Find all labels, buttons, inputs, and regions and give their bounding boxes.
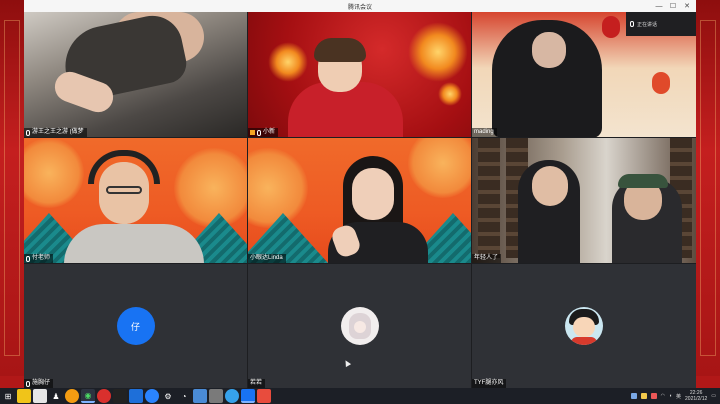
- window-title: 腾讯会议: [347, 4, 372, 11]
- participant-tile-3[interactable]: 正在讲话 mading: [472, 12, 696, 137]
- participant-tile-8[interactable]: 若若: [248, 264, 471, 388]
- close-icon[interactable]: ✕: [680, 0, 694, 12]
- lantern-decoration: [602, 16, 620, 38]
- wifi-icon[interactable]: ◠: [661, 393, 665, 399]
- participant-tile-9[interactable]: TYF腿亦风: [472, 264, 696, 388]
- firework-decoration: [408, 22, 468, 82]
- avatar: 仔: [116, 307, 155, 345]
- name-tag: TYF腿亦风: [472, 379, 507, 388]
- speaking-indicator: 正在讲话: [626, 12, 696, 36]
- avatar-initial: 仔: [130, 321, 140, 332]
- lantern-decoration: [652, 72, 670, 94]
- minimize-icon[interactable]: —: [652, 0, 666, 12]
- app-icon[interactable]: [209, 389, 223, 403]
- input-language[interactable]: 英: [676, 393, 681, 400]
- avatar: [340, 307, 379, 345]
- browser-icon[interactable]: [145, 389, 159, 403]
- tray-icon[interactable]: [630, 393, 637, 399]
- firework-decoration: [438, 82, 462, 106]
- name-tag: 年轻人了: [472, 254, 502, 263]
- mic-icon: [630, 21, 634, 27]
- tray-icon[interactable]: [650, 393, 657, 399]
- headphones-icon: [88, 150, 160, 184]
- video-feed: [532, 32, 566, 68]
- participant-name: 游王之王之游 (做梦: [32, 129, 84, 135]
- app-icon[interactable]: [225, 389, 239, 403]
- mouse-cursor-icon: [342, 358, 352, 368]
- title-bar: 腾讯会议 — ☐ ✕: [24, 0, 696, 12]
- steam-icon[interactable]: ◉: [81, 389, 95, 403]
- mic-icon: [26, 255, 30, 262]
- participant-name: mading: [474, 129, 494, 135]
- meeting-window: 腾讯会议 — ☐ ✕ 游王之王之游 (做梦 小新 正在讲话 mading 付老师…: [24, 0, 696, 388]
- taskbar-apps: ⊞ ♟ ◉ ⚙ ◔: [0, 388, 272, 404]
- notification-icon[interactable]: ▭: [711, 393, 716, 399]
- gear-icon[interactable]: ⚙: [161, 389, 175, 403]
- app-icon[interactable]: [257, 389, 271, 403]
- name-tag: mading: [472, 128, 497, 137]
- video-feed: [314, 38, 366, 62]
- participant-tile-1[interactable]: 游王之王之游 (做梦: [24, 12, 247, 137]
- system-tray: ◠ ◖ 英 22:26 2021/2/12 ▭: [630, 390, 720, 402]
- cloud-decoration: [248, 148, 308, 228]
- participant-name: 付老师: [32, 255, 51, 261]
- participant-grid: 游王之王之游 (做梦 小新 正在讲话 mading 付老师 小眼达Linda 年…: [24, 12, 696, 388]
- participant-name: 施胸仔: [32, 380, 51, 386]
- cloud-decoration: [174, 148, 247, 228]
- clock-app-icon[interactable]: ◔: [177, 389, 191, 403]
- video-feed: [618, 174, 668, 188]
- app-icon[interactable]: [113, 389, 127, 403]
- mic-icon: [26, 380, 30, 387]
- avatar-image: [348, 313, 371, 339]
- app-icon[interactable]: [129, 389, 143, 403]
- avatar-image: [573, 317, 595, 337]
- host-icon: [250, 130, 255, 135]
- browser-icon[interactable]: [65, 389, 79, 403]
- participant-tile-6[interactable]: 年轻人了: [472, 138, 696, 263]
- name-tag: 付老师: [24, 254, 54, 263]
- clock-date: 2021/2/12: [685, 396, 708, 402]
- participant-name: TYF腿亦风: [474, 380, 504, 386]
- video-feed: [352, 168, 394, 220]
- participant-tile-5[interactable]: 小眼达Linda: [248, 138, 471, 263]
- cloud-decoration: [24, 138, 84, 208]
- firework-decoration: [268, 42, 308, 82]
- participant-name: 若若: [250, 380, 263, 386]
- name-tag: 施胸仔: [24, 379, 54, 388]
- avatar-image: [571, 337, 597, 345]
- participant-name: 年轻人了: [474, 255, 499, 261]
- desktop-right-edge: [696, 0, 720, 376]
- clock[interactable]: 22:26 2021/2/12: [685, 390, 707, 402]
- participant-tile-2[interactable]: 小新: [248, 12, 471, 137]
- taskbar: ⊞ ♟ ◉ ⚙ ◔ ◠ ◖ 英 22:26 2021/2/12 ▭: [0, 388, 720, 404]
- notepad-icon[interactable]: [33, 389, 47, 403]
- name-tag: 小新: [248, 128, 279, 137]
- video-feed: [106, 186, 142, 194]
- video-feed: [532, 166, 568, 206]
- mic-icon: [257, 129, 261, 136]
- start-icon[interactable]: ⊞: [1, 389, 15, 403]
- video-feed: [478, 138, 500, 258]
- participant-name: 小新: [263, 129, 276, 135]
- cloud-decoration: [408, 138, 471, 198]
- maximize-icon[interactable]: ☐: [666, 0, 680, 12]
- mic-icon: [26, 129, 30, 136]
- avatar: [565, 307, 603, 345]
- participant-tile-7[interactable]: 仔 施胸仔: [24, 264, 247, 388]
- video-feed: [64, 224, 204, 263]
- tray-icon[interactable]: [640, 393, 647, 399]
- volume-icon[interactable]: ◖: [669, 393, 672, 399]
- participant-name: 小眼达Linda: [250, 255, 283, 261]
- name-tag: 若若: [248, 379, 266, 388]
- netease-music-icon[interactable]: [97, 389, 111, 403]
- app-icon[interactable]: [193, 389, 207, 403]
- tencent-meeting-icon[interactable]: [241, 389, 255, 403]
- participant-tile-4[interactable]: 付老师: [24, 138, 247, 263]
- game-icon[interactable]: ♟: [49, 389, 63, 403]
- name-tag: 小眼达Linda: [248, 254, 286, 263]
- desktop-left-edge: [0, 0, 24, 376]
- name-tag: 游王之王之游 (做梦: [24, 128, 87, 137]
- window-controls: — ☐ ✕: [652, 0, 694, 12]
- file-explorer-icon[interactable]: [17, 389, 31, 403]
